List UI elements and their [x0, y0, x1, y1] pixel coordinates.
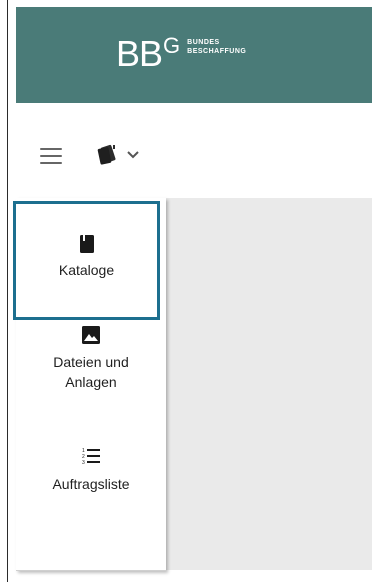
logo-wordmark: BUNDES BESCHAFFUNG [187, 38, 246, 56]
bbg-logo[interactable]: BB G BUNDES BESCHAFFUNG [116, 34, 246, 74]
main-content-area [166, 198, 372, 570]
app-header: BB G BUNDES BESCHAFFUNG [16, 7, 372, 103]
svg-text:3: 3 [82, 460, 85, 464]
sidebar-item-label: Dateien und Anlagen [53, 354, 129, 390]
toolbar [16, 103, 372, 198]
sidebar-item-kataloge[interactable]: Kataloge [13, 201, 160, 320]
logo-line-2: BESCHAFFUNG [187, 48, 247, 55]
sidebar-nav: Kataloge Dateien und Anlagen 1 2 3 Auftr… [13, 198, 166, 571]
catalog-switcher[interactable] [95, 141, 140, 169]
catalog-cards-icon [97, 144, 116, 165]
logo-g: G [163, 33, 181, 58]
numbered-list-icon: 1 2 3 [82, 448, 100, 464]
sidebar-item-label: Auftragsliste [52, 476, 130, 492]
logo-mark: BB [116, 33, 163, 74]
left-border-line [7, 0, 8, 582]
sidebar-item-dateien-und-anlagen[interactable]: Dateien und Anlagen [16, 326, 166, 392]
logo-line-1: BUNDES [187, 39, 220, 46]
sidebar-item-auftragsliste[interactable]: 1 2 3 Auftragsliste [16, 448, 166, 494]
sidebar-item-label: Kataloge [58, 262, 115, 278]
book-icon [79, 235, 94, 253]
chevron-down-icon [127, 151, 139, 159]
hamburger-icon[interactable] [40, 148, 62, 164]
image-icon [82, 326, 100, 344]
